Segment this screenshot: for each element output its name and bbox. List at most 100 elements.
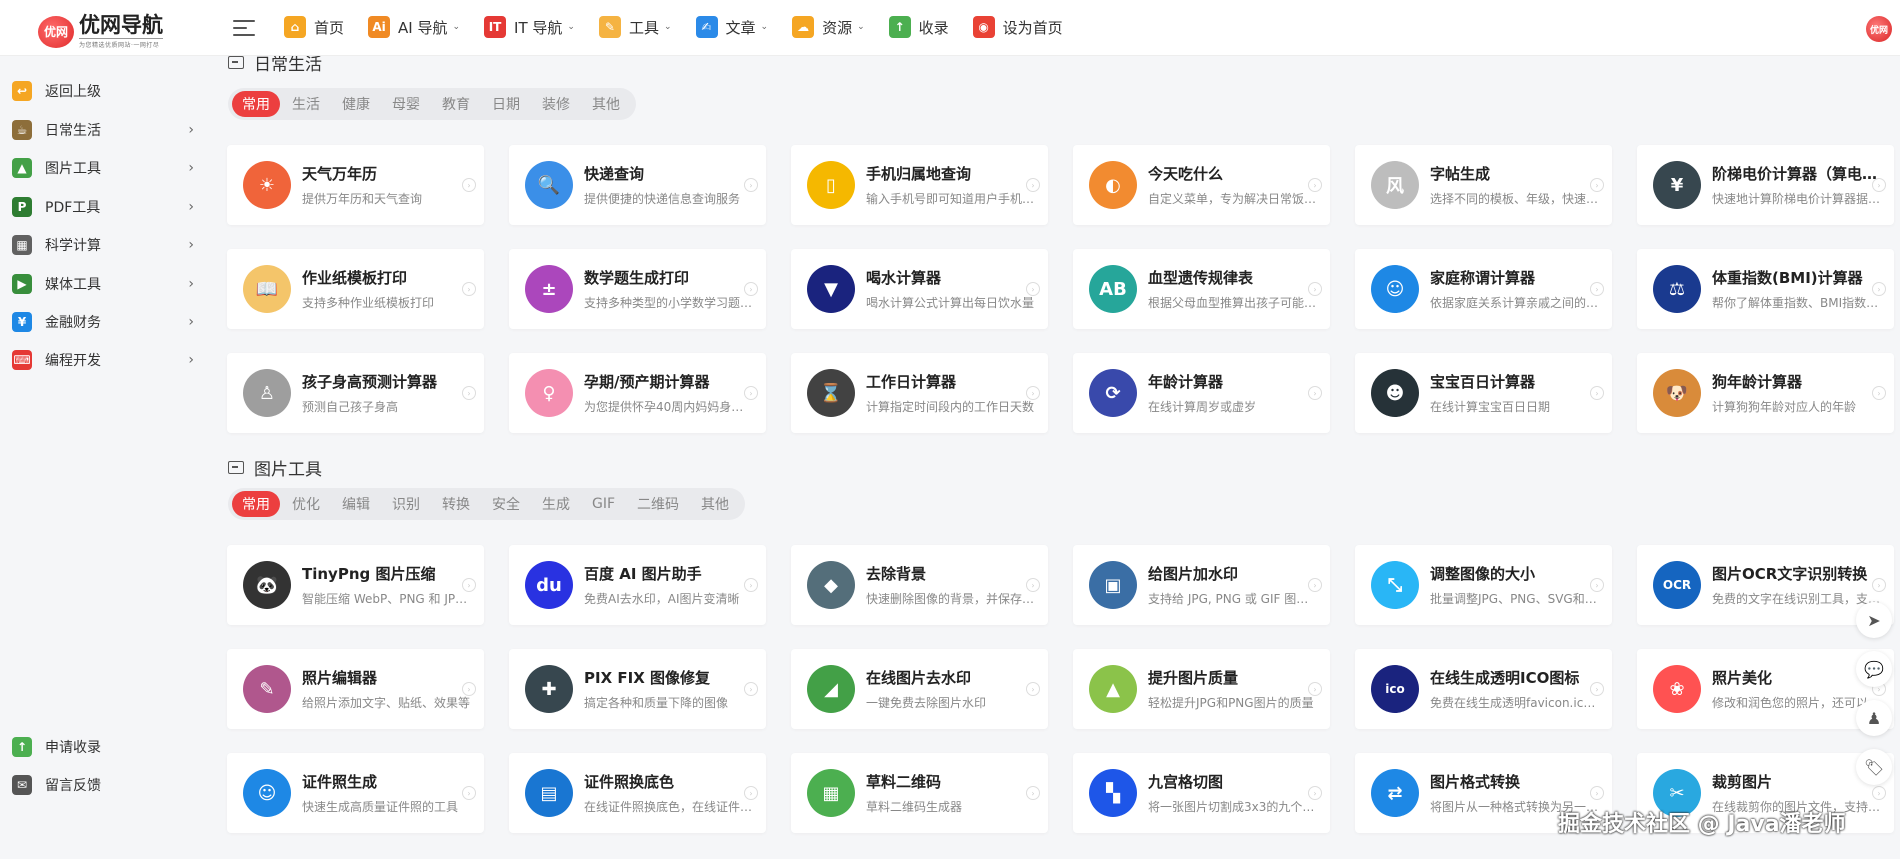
card-title: PIX FIX 图像修复: [584, 669, 710, 687]
sidebar-item-2[interactable]: ▲ 图片工具 ›: [12, 153, 194, 183]
chevron-down-icon: ⌄: [452, 22, 461, 32]
tab-8[interactable]: 二维码: [627, 491, 689, 517]
tab-5[interactable]: 日期: [482, 91, 530, 117]
qrcode-icon: ▦: [807, 769, 855, 817]
nav-item-6[interactable]: ↑ 收录: [888, 16, 949, 38]
tool-card[interactable]: 🐶 狗年龄计算器 计算狗狗年龄对应人的年龄 ›: [1637, 353, 1894, 433]
tab-3[interactable]: 识别: [382, 491, 430, 517]
menu-toggle-icon[interactable]: [233, 20, 255, 36]
qq-icon[interactable]: ♟: [1856, 700, 1892, 736]
card-title: 图片OCR文字识别转换: [1712, 565, 1868, 583]
chevron-right-icon: ›: [188, 276, 194, 292]
tab-1[interactable]: 优化: [282, 491, 330, 517]
tab-4[interactable]: 教育: [432, 91, 480, 117]
arrow-right-icon: ›: [1872, 178, 1886, 192]
tab-7[interactable]: 其他: [582, 91, 630, 117]
arrow-right-icon: ›: [1308, 386, 1322, 400]
tab-7[interactable]: GIF: [582, 491, 625, 517]
nav-item-0[interactable]: ⌂ 首页: [284, 16, 344, 38]
card-description: 自定义菜单，专为解决日常饭点困扰: [1148, 192, 1318, 206]
tab-1[interactable]: 生活: [282, 91, 330, 117]
sidebar-bottom-item-0[interactable]: ↑ 申请收录: [12, 732, 194, 762]
coffee-icon: ☕: [12, 120, 32, 140]
tool-card[interactable]: ◢ 在线图片去水印 一键免费去除图片水印 ›: [791, 649, 1048, 729]
tab-0[interactable]: 常用: [232, 91, 280, 117]
tool-card[interactable]: ▲ 提升图片质量 轻松提升JPG和PNG图片的质量 ›: [1073, 649, 1330, 729]
tool-card[interactable]: ♀ 孕期/预产期计算器 为您提供怀孕40周内妈妈身体变化 ›: [509, 353, 766, 433]
sidebar-bottom-item-1[interactable]: ✉ 留言反馈: [12, 770, 194, 800]
tool-card[interactable]: ⤡调整图像的大小批量调整JPG、PNG、SVG和GIF大小›: [1355, 545, 1612, 625]
tool-card[interactable]: ♙ 孩子身高预测计算器 预测自己孩子身高 ›: [227, 353, 484, 433]
tool-card[interactable]: ☻ 宝宝百日计算器 在线计算宝宝百日日期 ›: [1355, 353, 1612, 433]
tab-6[interactable]: 装修: [532, 91, 580, 117]
arrow-right-icon: ›: [1872, 786, 1886, 800]
nav-item-4[interactable]: ✍ 文章 ⌄: [695, 16, 768, 38]
tool-card[interactable]: ±数学题生成打印支持多种类型的小学数学习题生成打印›: [509, 249, 766, 329]
tab-0[interactable]: 常用: [232, 491, 280, 517]
arrow-right-icon: ›: [744, 786, 758, 800]
sidebar-item-3[interactable]: P PDF工具 ›: [12, 192, 194, 222]
tab-9[interactable]: 其他: [691, 491, 739, 517]
tool-card[interactable]: ▣给图片加水印支持给 JPG, PNG 或 GIF 图片添加水印›: [1073, 545, 1330, 625]
sidebar-item-4[interactable]: ▦ 科学计算 ›: [12, 230, 194, 260]
tool-card[interactable]: ☺ 家庭称谓计算器 依据家庭关系计算亲戚之间的称谓 ›: [1355, 249, 1612, 329]
tool-card[interactable]: ☺ 证件照生成 快速生成高质量证件照的工具 ›: [227, 753, 484, 833]
tab-6[interactable]: 生成: [532, 491, 580, 517]
tool-card[interactable]: ico 在线生成透明ICO图标 免费在线生成透明favicon.ico图标 ›: [1355, 649, 1612, 729]
tool-card[interactable]: ▦ 草料二维码 草料二维码生成器 ›: [791, 753, 1048, 833]
nav-item-5[interactable]: ☁ 资源 ⌄: [792, 16, 865, 38]
chevron-right-icon: ›: [188, 199, 194, 215]
wechat-icon[interactable]: 💬: [1856, 651, 1892, 687]
tab-3[interactable]: 母婴: [382, 91, 430, 117]
sidebar-item-label: 图片工具: [45, 161, 101, 177]
logo-title: 优网导航: [79, 12, 163, 37]
tool-card[interactable]: OCR图片OCR文字识别转换免费的文字在线识别工具，支持多语言›: [1637, 545, 1894, 625]
tool-card[interactable]: ▯手机归属地查询输入手机号即可知道用户手机归属地›: [791, 145, 1048, 225]
sidebar-item-6[interactable]: ¥ 金融财务 ›: [12, 307, 194, 337]
card-description: 批量调整JPG、PNG、SVG和GIF大小: [1430, 592, 1600, 606]
sidebar-item-5[interactable]: ▶ 媒体工具 ›: [12, 269, 194, 299]
avatar[interactable]: 优网: [1866, 16, 1892, 42]
arrow-right-icon: ›: [744, 282, 758, 296]
tab-4[interactable]: 转换: [432, 491, 480, 517]
card-description: 提供便捷的快递信息查询服务: [584, 192, 741, 206]
tool-card[interactable]: ◆去除背景快速删除图像的背景，并保存为PNG›: [791, 545, 1048, 625]
card-description: 提供万年历和天气查询: [302, 192, 423, 206]
tool-card[interactable]: ▤证件照换底色在线证件照换底色，在线证件照制作›: [509, 753, 766, 833]
card-body: 手机归属地查询输入手机号即可知道用户手机归属地: [866, 163, 1036, 207]
tab-2[interactable]: 编辑: [332, 491, 380, 517]
tool-card[interactable]: ¥ 阶梯电价计算器（算电费） 快速地计算阶梯电价计算器据此算电费›: [1637, 145, 1894, 225]
nav-item-2[interactable]: IT IT 导航 ⌄: [484, 16, 575, 38]
card-title: 孩子身高预测计算器: [302, 373, 438, 391]
card-body: 在线图片去水印 一键免费去除图片水印: [866, 667, 1036, 711]
tool-card[interactable]: ▚ 九宫格切图 将一张图片切割成3x3的九个小图 ›: [1073, 753, 1330, 833]
nav-item-7[interactable]: ◉ 设为首页: [972, 16, 1063, 38]
nav-item-1[interactable]: Ai AI 导航 ⌄: [368, 16, 460, 38]
tag-icon[interactable]: 🏷: [1856, 749, 1892, 785]
nav-item-3[interactable]: ✎ 工具 ⌄: [598, 16, 672, 38]
sidebar-item-0[interactable]: ↩ 返回上级: [12, 76, 194, 106]
paper-icon: 📖: [243, 265, 291, 313]
tool-card[interactable]: ⌛ 工作日计算器 计算指定时间段内的工作日天数 ›: [791, 353, 1048, 433]
tab-5[interactable]: 安全: [482, 491, 530, 517]
tool-card[interactable]: 🐼TinyPng 图片压缩智能压缩 WebP、PNG 和 JPEG 图片›: [227, 545, 484, 625]
tool-card[interactable]: ✎ 照片编辑器 给照片添加文字、贴纸、效果等 ›: [227, 649, 484, 729]
site-logo[interactable]: 优网 优网导航 为您精选优质网站·一网打尽: [38, 14, 163, 49]
tool-card[interactable]: 🔍 快递查询 提供便捷的快递信息查询服务 ›: [509, 145, 766, 225]
tool-card[interactable]: du 百度 AI 图片助手 免费AI去水印，AI图片变清晰 ›: [509, 545, 766, 625]
sidebar-item-1[interactable]: ☕ 日常生活 ›: [12, 115, 194, 145]
arrow-right-icon: ›: [744, 578, 758, 592]
tool-card[interactable]: ⚖ 体重指数(BMI)计算器 帮你了解体重指数、BMI指数计算 ›: [1637, 249, 1894, 329]
card-title: 血型遗传规律表: [1148, 269, 1254, 287]
tool-card[interactable]: ✚ PIX FIX 图像修复 搞定各种和质量下降的图像 ›: [509, 649, 766, 729]
tab-2[interactable]: 健康: [332, 91, 380, 117]
tool-card[interactable]: ▼ 喝水计算器 喝水计算公式计算出每日饮水量 ›: [791, 249, 1048, 329]
tool-card[interactable]: 风字帖生成选择不同的模板、年级，快速生成字帖›: [1355, 145, 1612, 225]
back-to-top-icon[interactable]: ➤: [1856, 602, 1892, 638]
tool-card[interactable]: ☀ 天气万年历 提供万年历和天气查询 ›: [227, 145, 484, 225]
tool-card[interactable]: ◐今天吃什么自定义菜单，专为解决日常饭点困扰›: [1073, 145, 1330, 225]
tool-card[interactable]: 📖 作业纸模板打印 支持多种作业纸模板打印 ›: [227, 249, 484, 329]
sidebar-item-7[interactable]: ⌨ 编程开发 ›: [12, 345, 194, 375]
tool-card[interactable]: AB血型遗传规律表根据父母血型推算出孩子可能的血型›: [1073, 249, 1330, 329]
tool-card[interactable]: ⟳ 年龄计算器 在线计算周岁或虚岁 ›: [1073, 353, 1330, 433]
